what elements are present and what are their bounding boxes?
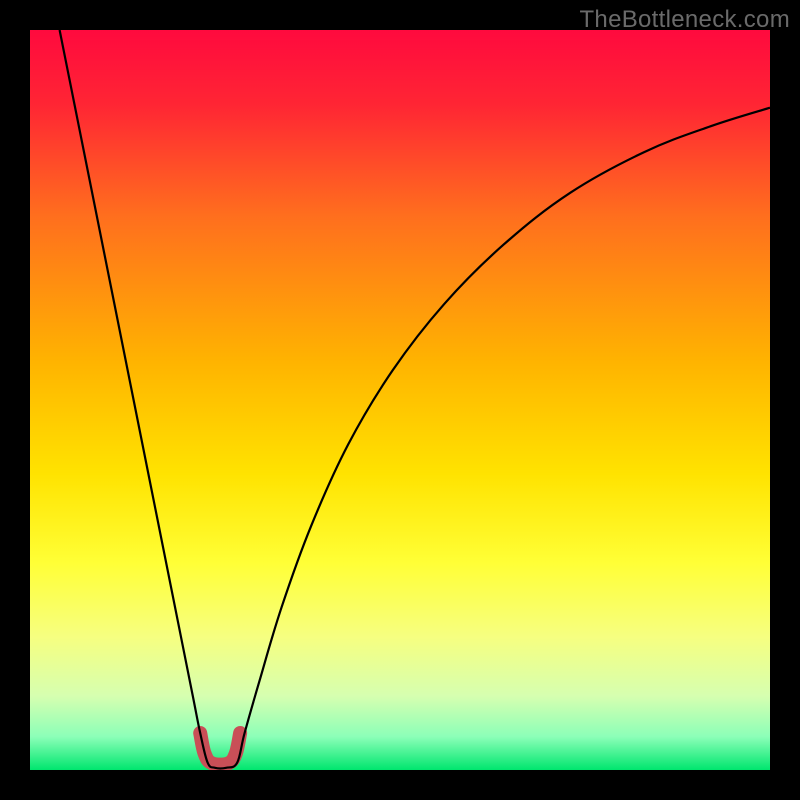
plot-area bbox=[30, 30, 770, 770]
gradient-background bbox=[30, 30, 770, 770]
chart-frame: TheBottleneck.com bbox=[0, 0, 800, 800]
chart-svg bbox=[30, 30, 770, 770]
